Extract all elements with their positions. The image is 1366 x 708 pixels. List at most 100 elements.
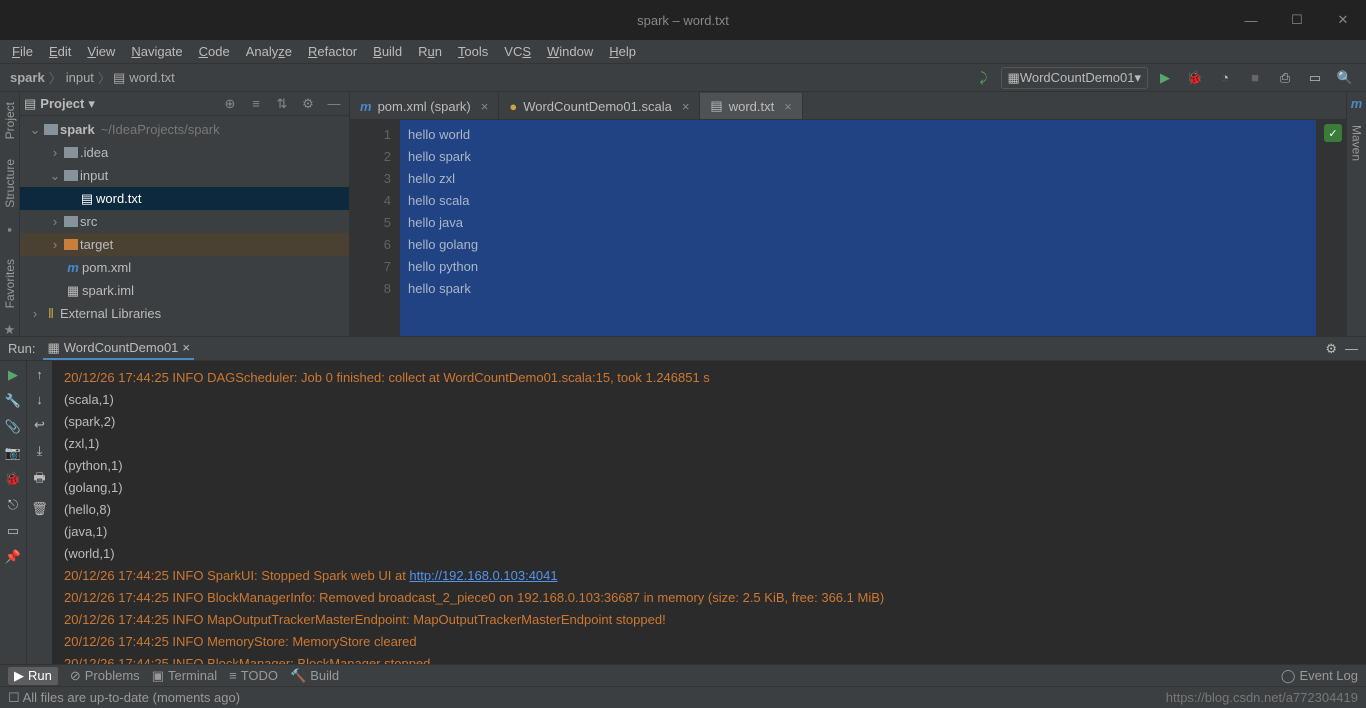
layout-icon[interactable]: ▭ (1302, 67, 1328, 89)
close-icon[interactable]: × (481, 99, 489, 114)
gutter: 12345678 (350, 120, 400, 336)
close-icon[interactable]: × (682, 99, 690, 114)
coverage-button[interactable]: ◔ (1212, 67, 1238, 89)
tab-scala[interactable]: ●WordCountDemo01.scala× (499, 93, 700, 119)
tool-problems[interactable]: ⊘ Problems (70, 668, 140, 684)
menu-refactor[interactable]: Refactor (300, 42, 365, 61)
menu-window[interactable]: Window (539, 42, 601, 61)
right-tool-strip: m Maven (1346, 92, 1366, 336)
collapse-icon[interactable]: ⇅ (271, 96, 293, 112)
file-icon: ▤ (113, 70, 125, 86)
exit-icon[interactable]: ⎋ (8, 497, 18, 513)
menu-analyze[interactable]: Analyze (238, 42, 300, 61)
close-button[interactable]: ✕ (1320, 0, 1366, 40)
menu-run[interactable]: Run (410, 42, 450, 61)
editor[interactable]: 12345678 hello world hello spark hello z… (350, 120, 1346, 336)
strip-favorites[interactable]: Favorites (3, 253, 17, 314)
close-icon[interactable]: × (182, 340, 190, 355)
up-icon[interactable]: ↑ (36, 367, 43, 382)
tool-eventlog[interactable]: ◯ Event Log (1281, 668, 1358, 684)
expand-icon[interactable]: ≡ (245, 96, 267, 111)
tree-ext: External Libraries (60, 306, 161, 321)
window-title: spark – word.txt (637, 13, 729, 28)
run-panel: Run: ▦WordCountDemo01× ⚙ — ▶ 🔧 📎 📷 🐞 ⎋ ▭… (0, 336, 1366, 664)
tool-build[interactable]: 🔨 Build (290, 668, 339, 684)
tree-wordtxt: ▤word.txt (20, 187, 349, 210)
settings-icon[interactable]: ⚙ (297, 96, 319, 112)
tree-pom: pom.xml (82, 260, 131, 275)
rerun-icon[interactable]: ▶ (8, 367, 18, 383)
wrap-icon[interactable]: ↩ (34, 417, 45, 433)
menu-help[interactable]: Help (601, 42, 644, 61)
tool-run[interactable]: ▶ Run (8, 667, 58, 685)
statusbar: ☐ All files are up-to-date (moments ago)… (0, 686, 1366, 708)
layout-icon[interactable]: ▭ (7, 523, 19, 539)
debug-button[interactable]: 🐞 (1182, 67, 1208, 89)
run-tab[interactable]: ▦WordCountDemo01× (43, 338, 194, 360)
menubar: File Edit View Navigate Code Analyze Ref… (0, 40, 1366, 64)
left-tool-strip: Project Structure ▪ Favorites ★ (0, 92, 20, 336)
breadcrumb[interactable]: spark 〉 input 〉 ▤ word.txt (8, 68, 177, 87)
status-message: All files are up-to-date (moments ago) (23, 690, 240, 705)
menu-vcs[interactable]: VCS (496, 42, 539, 61)
tree-root: spark (60, 122, 95, 137)
run-label: Run: (8, 341, 35, 356)
camera-icon[interactable]: 📷 (5, 445, 21, 461)
crumb-folder[interactable]: input (64, 70, 96, 85)
hide-icon[interactable]: — (323, 96, 345, 111)
bottom-toolstrip: ▶ Run ⊘ Problems ▣ Terminal ≡ TODO 🔨 Bui… (0, 664, 1366, 686)
build-icon[interactable]: ⤸ (971, 67, 997, 89)
project-tree[interactable]: ⌄spark~/IdeaProjects/spark ›.idea ⌄input… (20, 116, 349, 336)
menu-edit[interactable]: Edit (41, 42, 79, 61)
editor-right-gutter: ✓ (1316, 120, 1346, 336)
trash-icon[interactable]: 🗑 (31, 501, 48, 517)
tab-pom[interactable]: mpom.xml (spark)× (350, 93, 499, 119)
print-icon[interactable]: 🖶 (33, 469, 45, 491)
menu-view[interactable]: View (79, 42, 123, 61)
crumb-file[interactable]: word.txt (127, 70, 177, 85)
attach-icon[interactable]: 📎 (5, 419, 21, 435)
tree-target: ›target (20, 233, 349, 256)
menu-build[interactable]: Build (365, 42, 410, 61)
menu-tools[interactable]: Tools (450, 42, 496, 61)
tree-iml: spark.iml (82, 283, 134, 298)
console[interactable]: 20/12/26 17:44:25 INFO DAGScheduler: Job… (52, 361, 1366, 664)
run-settings-icon[interactable]: ⚙ (1325, 341, 1337, 357)
strip-structure[interactable]: Structure (3, 153, 17, 214)
strip-project[interactable]: Project (3, 96, 17, 145)
run-toolbar-left2: ↑ ↓ ↩ ⤓ 🖶 🗑 (26, 361, 52, 664)
wrench-icon[interactable]: 🔧 (5, 393, 21, 409)
titlebar: spark – word.txt — ☐ ✕ (0, 0, 1366, 40)
menu-file[interactable]: File (4, 42, 41, 61)
menu-navigate[interactable]: Navigate (123, 42, 190, 61)
close-icon[interactable]: × (784, 99, 792, 114)
project-panel: ▤ Project ▾ ⊕ ≡ ⇅ ⚙ — ⌄spark~/IdeaProjec… (20, 92, 350, 336)
tab-wordtxt[interactable]: ▤word.txt× (700, 93, 802, 119)
tree-idea: .idea (80, 145, 108, 160)
locate-icon[interactable]: ⊕ (219, 96, 241, 112)
pin-icon[interactable]: 📌 (5, 549, 21, 565)
panel-title: Project (40, 96, 84, 111)
run-config-selector[interactable]: ▦ WordCountDemo01 ▾ (1001, 67, 1148, 89)
strip-maven[interactable]: Maven (1350, 119, 1364, 167)
maximize-button[interactable]: ☐ (1274, 0, 1320, 40)
editor-area: mpom.xml (spark)× ●WordCountDemo01.scala… (350, 92, 1346, 336)
tool-terminal[interactable]: ▣ Terminal (152, 668, 217, 684)
check-icon[interactable]: ✓ (1324, 124, 1342, 142)
scroll-icon[interactable]: ⤓ (37, 443, 43, 459)
minimize-button[interactable]: — (1228, 0, 1274, 40)
menu-code[interactable]: Code (191, 42, 238, 61)
bug-icon[interactable]: 🐞 (5, 471, 21, 487)
crumb-project[interactable]: spark (8, 70, 47, 85)
tree-input: input (80, 168, 108, 183)
down-icon[interactable]: ↓ (36, 392, 43, 407)
run-hide-icon[interactable]: — (1345, 341, 1358, 356)
search-icon[interactable]: 🔍 (1332, 67, 1358, 89)
vcs-icon[interactable]: ⎙ (1272, 67, 1298, 89)
run-toolbar-left: ▶ 🔧 📎 📷 🐞 ⎋ ▭ 📌 (0, 361, 26, 664)
run-button[interactable]: ▶ (1152, 67, 1178, 89)
stop-button[interactable]: ■ (1242, 67, 1268, 89)
code-area[interactable]: hello world hello spark hello zxl hello … (400, 120, 1316, 336)
tool-todo[interactable]: ≡ TODO (229, 668, 278, 683)
maven-icon[interactable]: m (1351, 96, 1363, 111)
